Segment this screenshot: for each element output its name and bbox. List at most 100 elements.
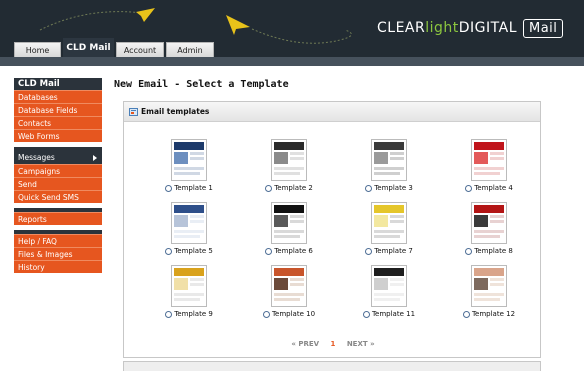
tab-account[interactable]: Account	[116, 42, 164, 57]
current-page[interactable]: 1	[331, 340, 336, 348]
sidebar-item-help-faq[interactable]: Help / FAQ	[14, 234, 102, 247]
sidebar-messages-label: Messages	[18, 153, 55, 162]
template-label: Template 4	[449, 184, 529, 192]
panel-title: Email templates	[141, 107, 210, 116]
chevron-right-icon	[93, 154, 97, 161]
template-label: Template 11	[349, 310, 429, 318]
sidebar-item-campaigns[interactable]: Campaigns	[14, 164, 102, 177]
template-name: Template 7	[374, 247, 413, 255]
sidebar-item-reports[interactable]: Reports	[14, 212, 102, 225]
template-name: Template 10	[271, 310, 316, 318]
sidebar-item-quick-send-sms[interactable]: Quick Send SMS	[14, 190, 102, 203]
template-thumbnail[interactable]	[171, 202, 207, 244]
template-option[interactable]: Template 4	[449, 139, 529, 192]
template-name: Template 9	[174, 310, 213, 318]
template-name: Template 5	[174, 247, 213, 255]
template-thumbnail[interactable]	[271, 139, 307, 181]
template-option[interactable]: Template 1	[149, 139, 229, 192]
template-name: Template 11	[371, 310, 416, 318]
next-link[interactable]: NEXT »	[347, 340, 375, 348]
template-option[interactable]: Template 6	[249, 202, 329, 255]
header-underbar	[0, 57, 584, 66]
app-header: CLEAR light DIGITAL Mail Home CLD Mail A…	[0, 0, 584, 57]
panel-header: Email templates	[124, 102, 540, 122]
template-name: Template 8	[474, 247, 513, 255]
template-option[interactable]: Template 11	[349, 265, 429, 318]
template-radio[interactable]	[365, 247, 373, 255]
template-option[interactable]: Template 9	[149, 265, 229, 318]
plane-icon-2	[226, 15, 250, 35]
sidebar-item-databases[interactable]: Databases	[14, 90, 102, 103]
templates-panel: Email templates Template 1 Template 2 Temp…	[123, 101, 541, 358]
template-label: Template 2	[249, 184, 329, 192]
tab-cld-mail[interactable]: CLD Mail	[63, 38, 114, 57]
brand-light: light	[425, 20, 459, 36]
template-thumbnail[interactable]	[471, 265, 507, 307]
template-radio[interactable]	[362, 310, 370, 318]
template-thumbnail[interactable]	[471, 202, 507, 244]
sidebar-item-files-images[interactable]: Files & Images	[14, 247, 102, 260]
template-radio[interactable]	[165, 247, 173, 255]
template-radio[interactable]	[262, 310, 270, 318]
template-thumbnail[interactable]	[471, 139, 507, 181]
template-label: Template 1	[149, 184, 229, 192]
template-radio[interactable]	[462, 310, 470, 318]
sidebar-item-send[interactable]: Send	[14, 177, 102, 190]
email-template-icon	[129, 107, 138, 116]
pagination: « PREV 1 NEXT »	[124, 340, 542, 348]
sidebar-item-messages[interactable]: Messages	[14, 151, 102, 164]
template-option[interactable]: Template 8	[449, 202, 529, 255]
main-tabs: Home CLD Mail Account Admin	[14, 38, 216, 57]
template-label: Template 9	[149, 310, 229, 318]
template-radio[interactable]	[265, 184, 273, 192]
template-label: Template 7	[349, 247, 429, 255]
template-option[interactable]: Template 2	[249, 139, 329, 192]
brand-clear: CLEAR	[377, 20, 426, 36]
template-thumbnail[interactable]	[371, 202, 407, 244]
brand-mail-badge: Mail	[523, 18, 564, 38]
template-name: Template 6	[274, 247, 313, 255]
template-label: Template 5	[149, 247, 229, 255]
template-name: Template 12	[471, 310, 516, 318]
template-radio[interactable]	[265, 247, 273, 255]
template-thumbnail[interactable]	[171, 265, 207, 307]
sidebar-title: CLD Mail	[14, 78, 102, 90]
template-label: Template 12	[449, 310, 529, 318]
sidebar: CLD Mail Databases Database Fields Conta…	[14, 78, 102, 273]
sidebar-item-contacts[interactable]: Contacts	[14, 116, 102, 129]
template-name: Template 4	[474, 184, 513, 192]
template-name: Template 3	[374, 184, 413, 192]
template-option[interactable]: Template 3	[349, 139, 429, 192]
template-option[interactable]: Template 10	[249, 265, 329, 318]
template-option[interactable]: Template 7	[349, 202, 429, 255]
template-name: Template 1	[174, 184, 213, 192]
tab-home[interactable]: Home	[14, 42, 61, 57]
template-thumbnail[interactable]	[271, 265, 307, 307]
brand-logo[interactable]: CLEAR light DIGITAL Mail	[377, 17, 564, 39]
template-radio[interactable]	[365, 184, 373, 192]
sidebar-item-history[interactable]: History	[14, 260, 102, 273]
template-label: Template 10	[249, 310, 329, 318]
sidebar-item-database-fields[interactable]: Database Fields	[14, 103, 102, 116]
template-thumbnail[interactable]	[371, 139, 407, 181]
template-thumbnail[interactable]	[271, 202, 307, 244]
tab-admin[interactable]: Admin	[166, 42, 214, 57]
template-radio[interactable]	[165, 184, 173, 192]
page-title: New Email - Select a Template	[114, 79, 289, 90]
template-thumbnail[interactable]	[371, 265, 407, 307]
template-thumbnail[interactable]	[171, 139, 207, 181]
template-label: Template 3	[349, 184, 429, 192]
plane-icon-1	[136, 8, 155, 22]
template-radio[interactable]	[465, 184, 473, 192]
template-label: Template 6	[249, 247, 329, 255]
secondary-panel	[123, 361, 541, 371]
template-option[interactable]: Template 5	[149, 202, 229, 255]
template-radio[interactable]	[165, 310, 173, 318]
template-radio[interactable]	[465, 247, 473, 255]
template-name: Template 2	[274, 184, 313, 192]
template-label: Template 8	[449, 247, 529, 255]
prev-link[interactable]: « PREV	[291, 340, 319, 348]
sidebar-item-web-forms[interactable]: Web Forms	[14, 129, 102, 142]
template-option[interactable]: Template 12	[449, 265, 529, 318]
brand-digital: DIGITAL	[458, 20, 517, 36]
